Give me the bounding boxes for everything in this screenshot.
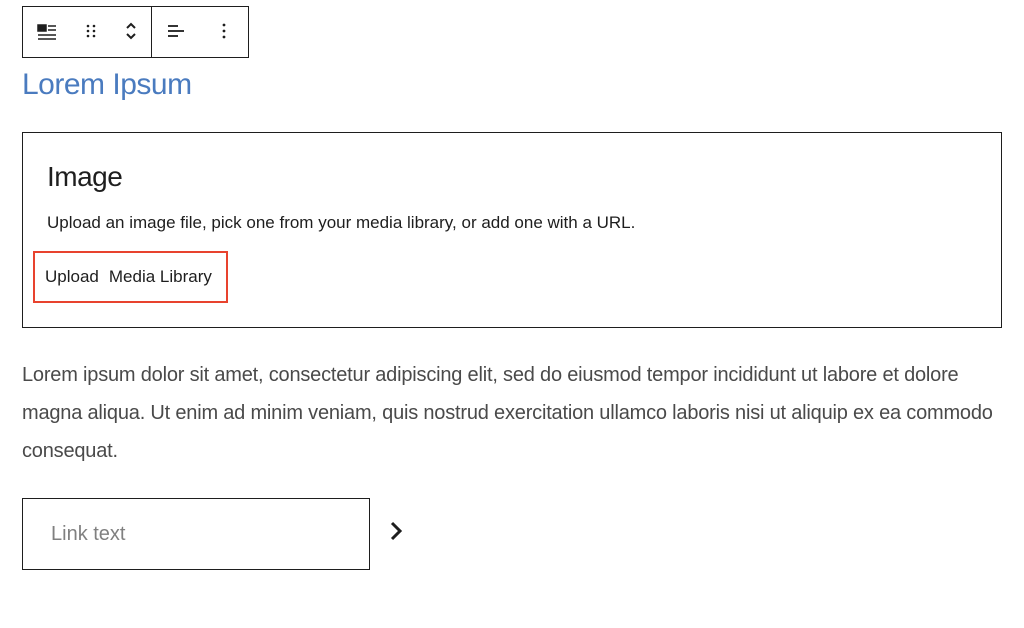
- page-heading: Lorem Ipsum: [22, 68, 1002, 102]
- link-text-input[interactable]: [22, 498, 370, 570]
- align-left-icon: [164, 19, 188, 46]
- align-button[interactable]: [152, 7, 200, 57]
- block-toolbar: [22, 6, 249, 58]
- block-type-button[interactable]: [23, 7, 71, 57]
- more-vertical-icon: [212, 19, 236, 46]
- media-library-button[interactable]: Media Library: [107, 267, 214, 287]
- image-block-description: Upload an image file, pick one from your…: [47, 213, 977, 233]
- more-options-button[interactable]: [200, 7, 248, 57]
- image-block-placeholder: Image Upload an image file, pick one fro…: [22, 132, 1002, 328]
- image-block-title: Image: [47, 161, 977, 193]
- block-type-icon: [35, 19, 59, 46]
- drag-handle-icon: [79, 19, 103, 46]
- link-row: [22, 498, 1002, 570]
- chevron-right-icon: [388, 518, 404, 550]
- drag-handle-button[interactable]: [71, 7, 111, 57]
- toolbar-group-left: [23, 7, 151, 57]
- move-up-down-icon: [119, 19, 143, 46]
- upload-button[interactable]: Upload: [43, 267, 101, 287]
- toolbar-group-right: [152, 7, 248, 57]
- move-up-down-button[interactable]: [111, 7, 151, 57]
- body-paragraph: Lorem ipsum dolor sit amet, consectetur …: [22, 356, 1002, 470]
- upload-buttons-highlight: Upload Media Library: [33, 251, 228, 303]
